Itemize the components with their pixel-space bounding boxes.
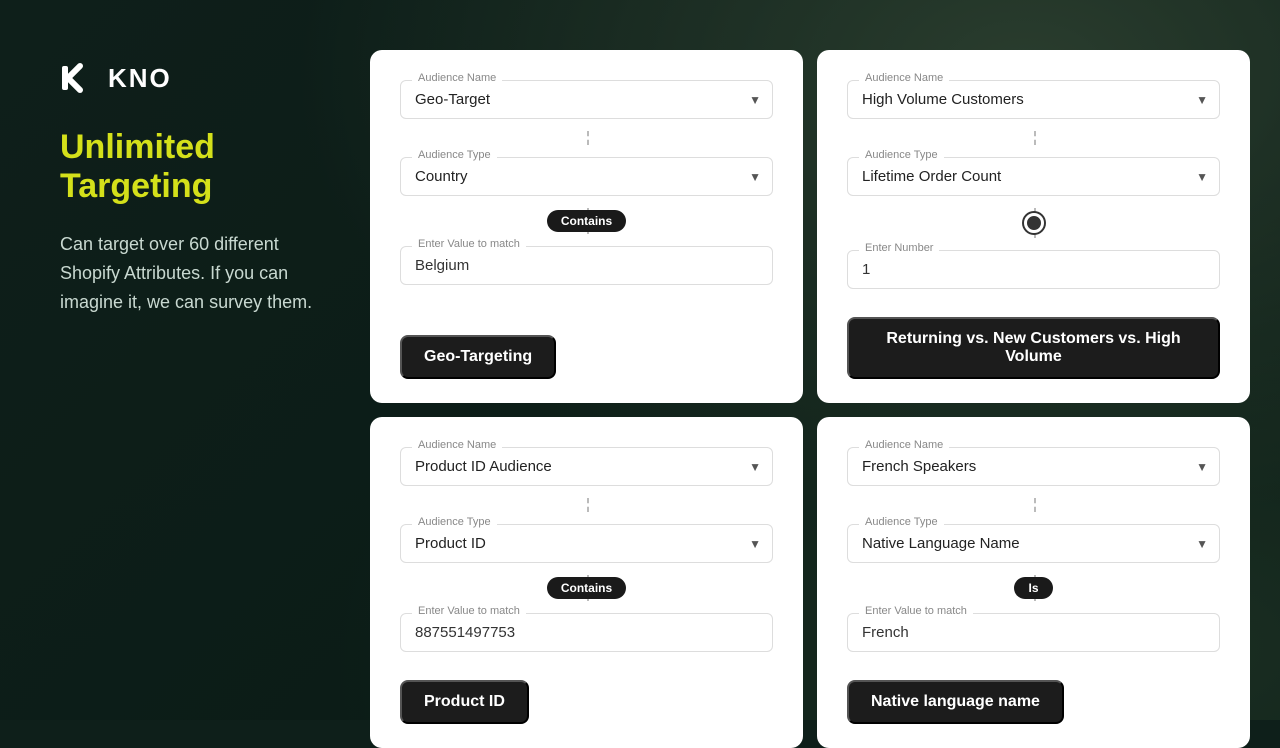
audience-type-label-2: Audience Type xyxy=(859,149,944,161)
value-input-4[interactable] xyxy=(847,613,1220,652)
connector-2 xyxy=(847,131,1220,145)
audience-name-wrapper-4: Audience Name French Speakers ▼ xyxy=(847,447,1220,486)
audience-type-select-3[interactable]: Product ID xyxy=(400,524,773,563)
audience-type-label-4: Audience Type xyxy=(859,516,944,528)
connector-3 xyxy=(400,498,773,512)
headline: Unlimited Targeting xyxy=(60,128,320,206)
audience-name-label-4: Audience Name xyxy=(859,439,949,451)
sidebar: KNO Unlimited Targeting Can target over … xyxy=(0,0,360,720)
value-input-label-3: Enter Value to match xyxy=(412,605,526,617)
audience-name-label-1: Audience Name xyxy=(412,72,502,84)
number-input-wrapper-2: Enter Number xyxy=(847,250,1220,289)
audience-name-wrapper-3: Audience Name Product ID Audience ▼ xyxy=(400,447,773,486)
audience-type-select-4[interactable]: Native Language Name xyxy=(847,524,1220,563)
audience-name-select-4[interactable]: French Speakers xyxy=(847,447,1220,486)
product-id-button[interactable]: Product ID xyxy=(400,680,529,724)
audience-name-wrapper-2: Audience Name High Volume Customers ▼ xyxy=(847,80,1220,119)
audience-type-select-1[interactable]: Country xyxy=(400,157,773,196)
card-french-speakers: Audience Name French Speakers ▼ Audience… xyxy=(817,417,1250,748)
number-input-2[interactable] xyxy=(847,250,1220,289)
card-product-id: Audience Name Product ID Audience ▼ Audi… xyxy=(370,417,803,748)
audience-name-select-1[interactable]: Geo-Target xyxy=(400,80,773,119)
audience-name-select-2[interactable]: High Volume Customers xyxy=(847,80,1220,119)
returning-customers-button[interactable]: Returning vs. New Customers vs. High Vol… xyxy=(847,317,1220,379)
card-footer-2: Returning vs. New Customers vs. High Vol… xyxy=(847,301,1220,379)
contains-badge-1: Contains xyxy=(547,210,626,232)
geo-targeting-button[interactable]: Geo-Targeting xyxy=(400,335,556,379)
audience-type-label-3: Audience Type xyxy=(412,516,497,528)
connector-1 xyxy=(400,131,773,145)
dot-icon-2 xyxy=(1024,213,1044,233)
card-footer-1: Geo-Targeting xyxy=(400,319,773,379)
description: Can target over 60 different Shopify Att… xyxy=(60,230,320,316)
card-footer-4: Native language name xyxy=(847,664,1220,724)
contains-badge-3: Contains xyxy=(547,577,626,599)
card-footer-3: Product ID xyxy=(400,664,773,724)
audience-name-label-2: Audience Name xyxy=(859,72,949,84)
badge-wrapper-1: Contains xyxy=(400,208,773,234)
value-input-label-1: Enter Value to match xyxy=(412,238,526,250)
logo-text: KNO xyxy=(108,63,172,94)
connector-4 xyxy=(847,498,1220,512)
value-input-wrapper-3: Enter Value to match xyxy=(400,613,773,652)
cards-grid: Audience Name Geo-Target ▼ Audience Type… xyxy=(360,0,1280,720)
number-input-label-2: Enter Number xyxy=(859,242,939,254)
value-input-1[interactable] xyxy=(400,246,773,285)
audience-name-select-3[interactable]: Product ID Audience xyxy=(400,447,773,486)
badge-wrapper-4: Is xyxy=(847,575,1220,601)
logo: KNO xyxy=(60,60,320,96)
number-connector-2 xyxy=(847,208,1220,238)
audience-name-label-3: Audience Name xyxy=(412,439,502,451)
badge-wrapper-3: Contains xyxy=(400,575,773,601)
audience-type-wrapper-1: Audience Type Country ▼ xyxy=(400,157,773,196)
audience-type-wrapper-4: Audience Type Native Language Name ▼ xyxy=(847,524,1220,563)
card-geo-target: Audience Name Geo-Target ▼ Audience Type… xyxy=(370,50,803,403)
audience-type-wrapper-2: Audience Type Lifetime Order Count ▼ xyxy=(847,157,1220,196)
value-input-wrapper-1: Enter Value to match xyxy=(400,246,773,285)
audience-type-label-1: Audience Type xyxy=(412,149,497,161)
audience-type-wrapper-3: Audience Type Product ID ▼ xyxy=(400,524,773,563)
kno-logo-icon xyxy=(60,60,96,96)
card-high-volume: Audience Name High Volume Customers ▼ Au… xyxy=(817,50,1250,403)
native-language-button[interactable]: Native language name xyxy=(847,680,1064,724)
is-badge-4: Is xyxy=(1014,577,1052,599)
audience-name-wrapper-1: Audience Name Geo-Target ▼ xyxy=(400,80,773,119)
value-input-label-4: Enter Value to match xyxy=(859,605,973,617)
audience-type-select-2[interactable]: Lifetime Order Count xyxy=(847,157,1220,196)
value-input-wrapper-4: Enter Value to match xyxy=(847,613,1220,652)
value-input-3[interactable] xyxy=(400,613,773,652)
